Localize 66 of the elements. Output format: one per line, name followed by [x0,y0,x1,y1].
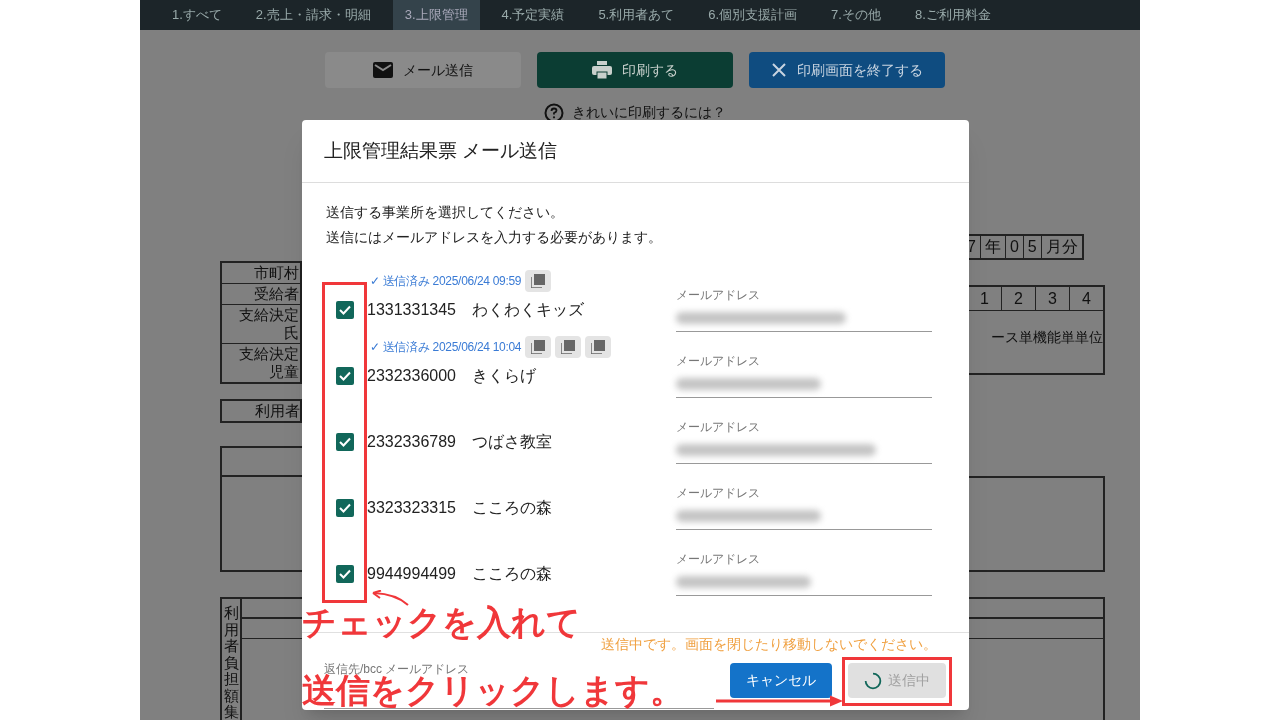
office-name: こころの森 [472,564,552,584]
vertical-label: 利用者負担額集 [223,605,239,720]
instruction-text: 送信にはメールアドレスを入力する必要があります。 [326,228,663,247]
nav-tab[interactable]: 7.その他 [819,0,893,30]
table-cell: 4 [1069,287,1103,310]
annotation-arrow [372,590,409,606]
checkbox[interactable] [336,367,354,385]
spinner-icon [864,671,882,690]
checkbox[interactable] [336,565,354,583]
form-label: 支給決定 [239,306,299,324]
form-label: 支給決定 [239,345,299,363]
cancel-button[interactable]: キャンセル [730,663,832,698]
form-label: 利用者 [255,400,300,421]
pdf-icon[interactable] [525,336,552,358]
annotation-text: チェックを入れて [302,604,581,640]
nav-tab[interactable]: 5.利用者あて [586,0,687,30]
pdf-icon[interactable] [585,336,612,358]
service-text: ース単機能単単位 [991,328,1103,347]
sent-status: ✓ 送信済み 2025/06/24 10:04 [370,339,522,356]
form-label: 氏 [284,324,299,342]
checkbox[interactable] [336,301,354,319]
field-label: メールアドレス [676,287,761,304]
nav-tab[interactable]: 4.予定実績 [489,0,577,30]
pdf-icon[interactable] [525,270,552,292]
sending-message: 送信中です。画面を閉じたり移動しないでください。 [601,636,937,652]
dialog-title: 上限管理結果票 メール送信 [324,138,558,163]
field-label: メールアドレス [676,419,761,436]
nav-tab[interactable]: 3.上限管理 [392,0,480,30]
field-label: メールアドレス [676,485,761,502]
table-cell: 3 [1035,287,1069,310]
form-label: 市町村 [254,264,299,282]
office-name: わくわくキッズ [472,300,584,320]
office-code: 9944994499 [367,564,456,584]
checkbox[interactable] [336,499,354,517]
nav-tab[interactable]: 8.ご利用料金 [902,0,1003,30]
field-label: メールアドレス [676,353,761,370]
nav-tab[interactable]: 6.個別支援計画 [696,0,810,30]
office-name: こころの森 [472,498,552,518]
mail-icon [373,62,393,78]
table-cell: 月分 [1040,236,1082,258]
pdf-icon[interactable] [555,336,582,358]
office-code: 2332336789 [367,432,456,452]
printer-icon [592,61,612,79]
sent-status: ✓ 送信済み 2025/06/24 09:59 [370,273,522,290]
toolbar-button[interactable]: メール送信 [325,52,521,88]
close-icon [771,62,787,78]
instruction-text: 送信する事業所を選択してください。 [326,203,565,222]
help-icon [544,102,564,123]
table-cell: 5 [1022,236,1041,258]
table-cell: 2 [1001,287,1035,310]
office-code: 1331331345 [367,300,456,320]
office-code: 3323323315 [367,498,456,518]
toolbar-button[interactable]: 印刷画面を終了する [749,52,945,88]
nav-tab[interactable]: 1.すべて [160,0,234,30]
toolbar-button[interactable]: 印刷する [537,52,733,88]
table-cell: 年 [979,236,1005,258]
form-label: 受給者 [254,285,299,303]
form-label: 児童 [269,363,299,381]
office-code: 2332336000 [367,366,456,386]
checkbox[interactable] [336,433,354,451]
nav-tab[interactable]: 2.売上・請求・明細 [243,0,383,30]
office-name: つばさ教室 [472,432,552,452]
help-link[interactable]: きれいに印刷するには？ [140,102,1140,123]
table-cell: 0 [1004,236,1023,258]
office-name: きくらげ [472,366,536,386]
field-label: メールアドレス [676,551,761,568]
